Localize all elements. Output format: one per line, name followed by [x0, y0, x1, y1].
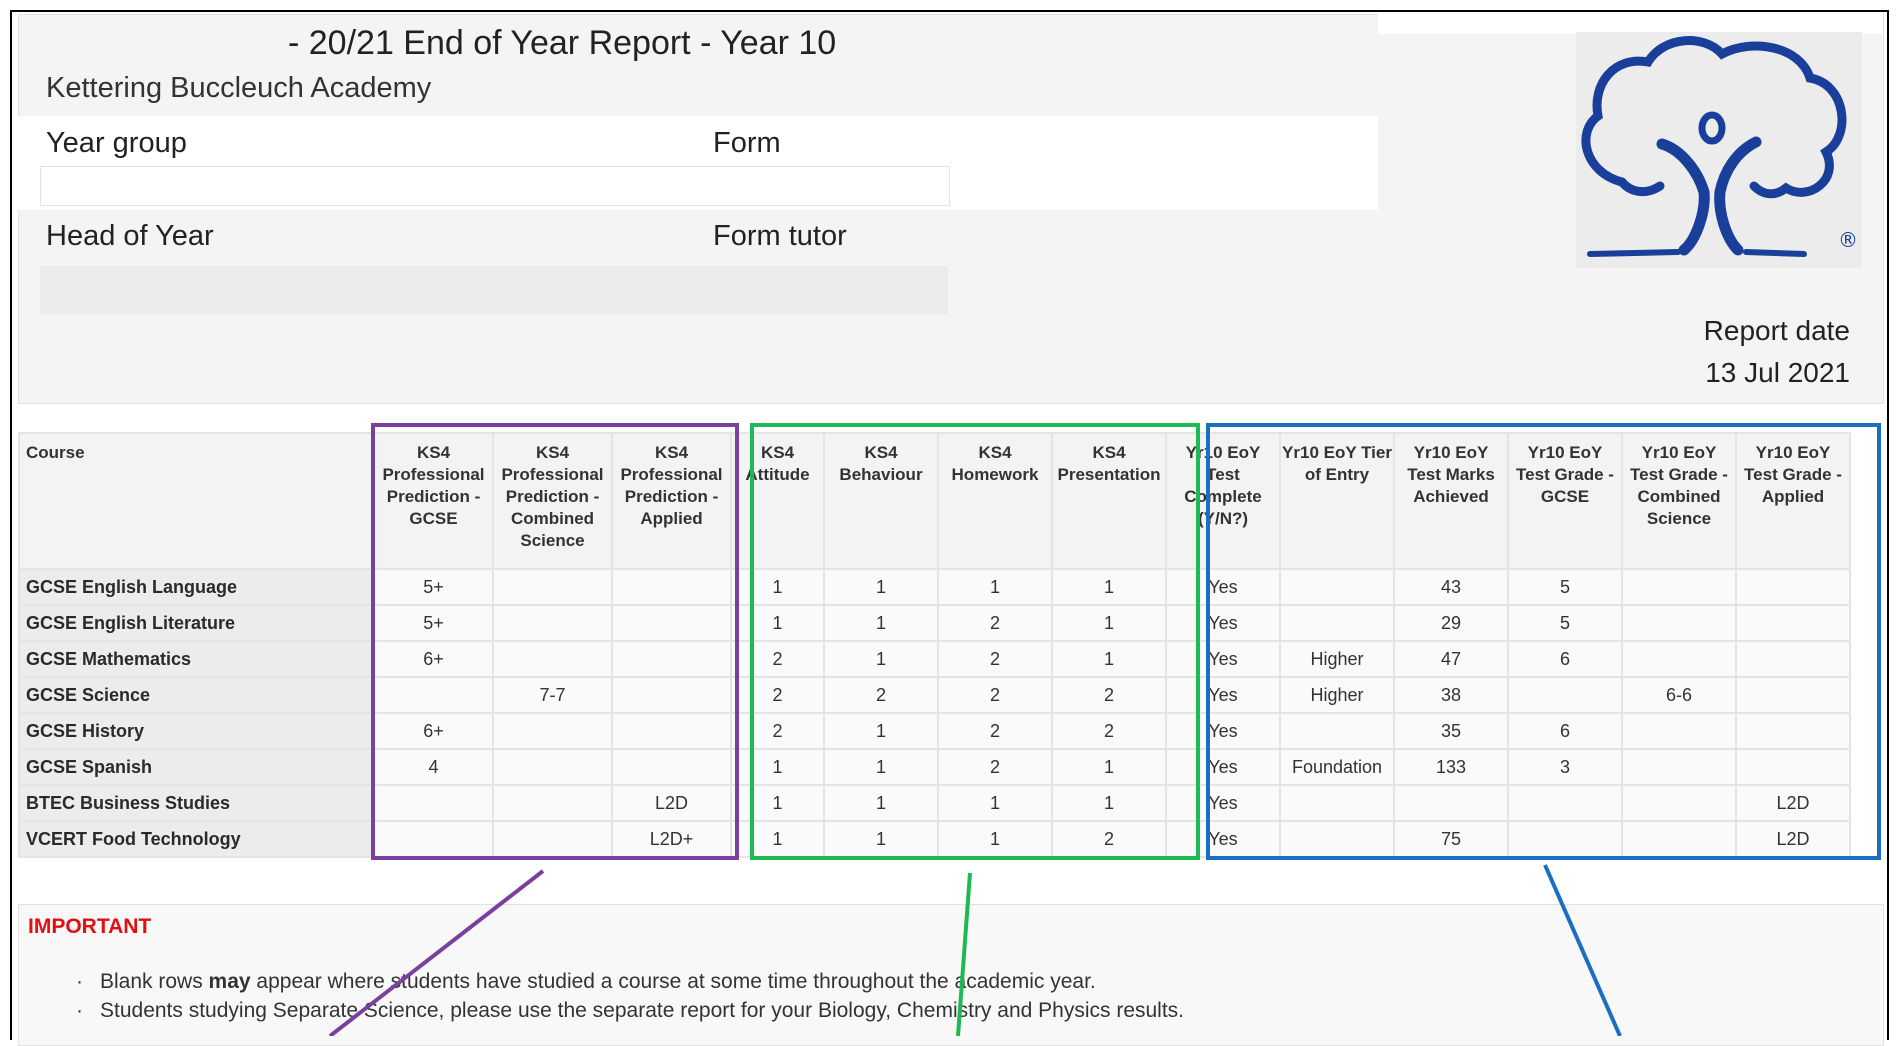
prediction-columns-highlight	[371, 423, 739, 860]
course-name-cell: GCSE English Language	[18, 568, 375, 606]
year-group-value-field	[40, 166, 950, 206]
report-title: - 20/21 End of Year Report - Year 10	[288, 24, 837, 62]
school-name: Kettering Buccleuch Academy	[46, 72, 432, 104]
school-logo: ®	[1576, 32, 1862, 268]
note-text: Students studying Separate Science, plea…	[100, 999, 1185, 1022]
svg-text:®: ®	[1838, 228, 1858, 252]
head-of-year-value-field	[40, 266, 948, 314]
course-name-cell: GCSE History	[18, 712, 375, 750]
report-date-label: Report date	[1703, 315, 1850, 346]
logo-panel-top-strip	[1378, 14, 1883, 34]
course-name-cell: GCSE Science	[18, 676, 375, 714]
bullet-icon: ·	[76, 999, 83, 1022]
important-heading: IMPORTANT	[28, 915, 152, 938]
report-date-value: 13 Jul 2021	[1705, 357, 1850, 388]
note-text: Blank rows	[100, 970, 209, 993]
tree-logo-icon: ®	[1581, 36, 1858, 257]
form-label: Form	[713, 127, 781, 159]
note-item: · Blank rows may appear where students ha…	[76, 970, 1096, 994]
redacted-student-name	[36, 24, 280, 60]
form-tutor-label: Form tutor	[713, 220, 847, 252]
course-column-header: Course	[18, 432, 375, 570]
course-name-cell: VCERT Food Technology	[18, 820, 375, 858]
course-name-cell: GCSE Spanish	[18, 748, 375, 786]
note-item: · Students studying Separate Science, ple…	[76, 999, 1185, 1023]
head-of-year-label: Head of Year	[46, 220, 214, 252]
ks4-attitude-columns-highlight	[750, 423, 1200, 860]
note-text: appear where students have studied a cou…	[250, 970, 1096, 993]
year-group-label: Year group	[46, 127, 187, 159]
course-name-cell: GCSE English Literature	[18, 604, 375, 642]
note-emphasis: may	[208, 970, 251, 993]
bullet-icon: ·	[76, 970, 83, 993]
course-name-cell: BTEC Business Studies	[18, 784, 375, 822]
course-name-cell: GCSE Mathematics	[18, 640, 375, 678]
eoy-test-columns-highlight	[1206, 423, 1881, 860]
